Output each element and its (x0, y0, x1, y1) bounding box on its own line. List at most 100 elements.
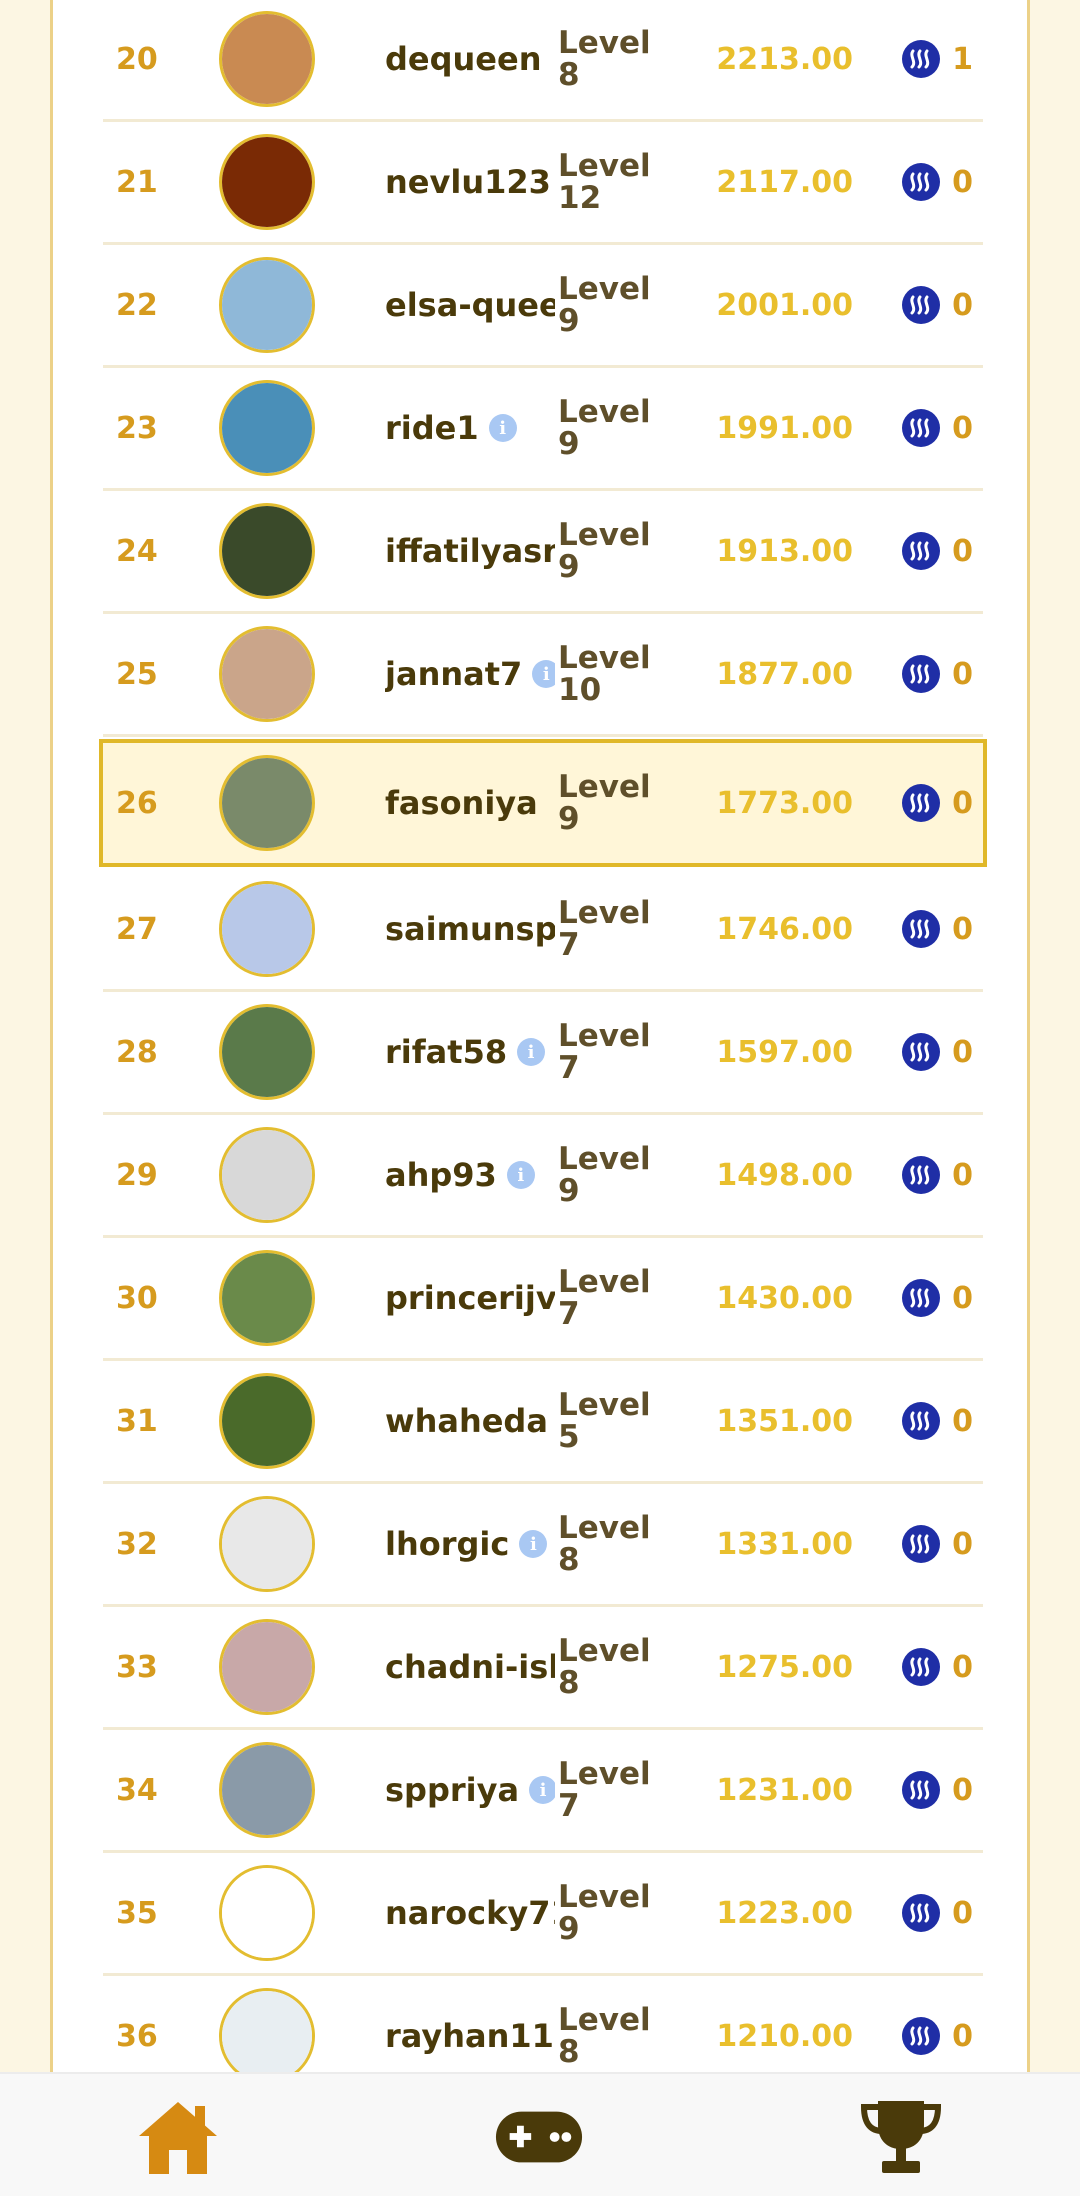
token-cell: 0 (902, 491, 973, 611)
token-count: 0 (952, 1280, 973, 1316)
avatar[interactable] (219, 1619, 315, 1715)
username[interactable]: dequeen (385, 40, 541, 78)
table-row[interactable]: 35 narocky71 Level 9 1223.00 0 (103, 1853, 983, 1976)
table-row[interactable]: 32 lhorgic i Level 8 1331.00 0 (103, 1484, 983, 1607)
nav-home-button[interactable] (133, 2092, 223, 2182)
level-label: Level 9 (558, 517, 651, 585)
rank-number: 35 (116, 1895, 158, 1931)
table-row[interactable]: 29 ahp93 i Level 9 1498.00 0 (103, 1115, 983, 1238)
username[interactable]: ride1 (385, 409, 479, 447)
table-row[interactable]: 31 whaheda Level 5 1351.00 0 (103, 1361, 983, 1484)
rank-number: 29 (116, 1157, 158, 1193)
nav-games-button[interactable] (494, 2092, 584, 2182)
level-label: Level 8 (558, 2002, 651, 2070)
bottom-navigation (0, 2072, 1080, 2196)
avatar[interactable] (219, 11, 315, 107)
username-cell: chadni-islam (385, 1607, 555, 1727)
info-icon[interactable]: i (532, 660, 555, 688)
username[interactable]: ahp93 (385, 1156, 497, 1194)
nav-leaderboard-button[interactable] (856, 2092, 946, 2182)
info-icon[interactable]: i (529, 1776, 555, 1804)
rank-number: 32 (116, 1526, 158, 1562)
table-row[interactable]: 30 princerijvi Level 7 1430.00 0 (103, 1238, 983, 1361)
score-value: 1223.00 (716, 1895, 853, 1931)
avatar[interactable] (219, 1496, 315, 1592)
avatar[interactable] (219, 257, 315, 353)
username-cell: dequeen (385, 0, 555, 119)
score-value: 1430.00 (716, 1280, 853, 1316)
token-cell: 0 (902, 1361, 973, 1481)
avatar[interactable] (219, 881, 315, 977)
info-icon[interactable]: i (488, 414, 517, 442)
username[interactable]: chadni-islam (385, 1648, 555, 1686)
username[interactable]: whaheda (385, 1402, 548, 1440)
table-row[interactable]: 25 jannat7 i Level 10 1877.00 0 (103, 614, 983, 737)
username-cell: elsa-queen (385, 245, 555, 365)
level-label: Level 7 (558, 1756, 651, 1824)
table-row[interactable]: 28 rifat58 i Level 7 1597.00 0 (103, 992, 983, 1115)
avatar[interactable] (219, 1127, 315, 1223)
table-row[interactable]: 24 iffatilyasminLevel 9 1913.00 0 (103, 491, 983, 614)
rank-number: 22 (116, 287, 158, 323)
steem-token-icon (902, 286, 941, 324)
rank-number: 24 (116, 533, 158, 569)
table-row-current-user[interactable]: 26 fasoniya Level 9 1773.00 0 (99, 739, 987, 867)
token-cell: 0 (902, 992, 973, 1112)
token-count: 0 (952, 287, 973, 323)
leaderboard-panel: 20 dequeen Level 8 2213.00 1 21 nevlu123 Level 1… (50, 0, 1030, 2072)
level-label: Level 9 (558, 394, 651, 462)
info-icon[interactable]: i (506, 1161, 535, 1189)
username[interactable]: saimunsp (385, 910, 555, 948)
score-value: 1877.00 (716, 656, 853, 692)
table-row[interactable]: 33 chadni-islamLevel 8 1275.00 0 (103, 1607, 983, 1730)
avatar[interactable] (219, 1742, 315, 1838)
username[interactable]: princerijvi (385, 1279, 555, 1317)
table-row[interactable]: 27 saimunsp Level 7 1746.00 0 (103, 869, 983, 992)
avatar[interactable] (219, 1865, 315, 1961)
score-value: 1746.00 (716, 911, 853, 947)
table-row[interactable]: 21 nevlu123 Level 12 2117.00 0 (103, 122, 983, 245)
username[interactable]: lhorgic (385, 1525, 509, 1563)
score-value: 1991.00 (716, 410, 853, 446)
avatar[interactable] (219, 1250, 315, 1346)
avatar[interactable] (219, 134, 315, 230)
username[interactable]: iffatilyasmin (385, 532, 555, 570)
username[interactable]: rayhan111 (385, 2017, 555, 2055)
table-row[interactable]: 22 elsa-queenLevel 9 2001.00 0 (103, 245, 983, 368)
steem-token-icon (902, 532, 941, 570)
username-cell: sppriya i (385, 1730, 555, 1850)
avatar[interactable] (219, 1373, 315, 1469)
token-cell: 0 (902, 368, 973, 488)
table-row[interactable]: 23 ride1 i Level 9 1991.00 0 (103, 368, 983, 491)
table-row[interactable]: 36 rayhan111Level 8 1210.00 0 (103, 1976, 983, 2072)
table-row[interactable]: 20 dequeen Level 8 2213.00 1 (103, 0, 983, 122)
token-count: 0 (952, 533, 973, 569)
steem-token-icon (902, 1894, 941, 1932)
table-row[interactable]: 34 sppriya i Level 7 1231.00 0 (103, 1730, 983, 1853)
info-icon[interactable]: i (517, 1038, 546, 1066)
token-cell: 0 (902, 743, 973, 863)
avatar[interactable] (219, 380, 315, 476)
username[interactable]: rifat58 (385, 1033, 507, 1071)
score-value: 1498.00 (716, 1157, 853, 1193)
avatar[interactable] (219, 1988, 315, 2072)
level-label: Level 9 (558, 1141, 651, 1209)
leaderboard-list: 20 dequeen Level 8 2213.00 1 21 nevlu123 Level 1… (99, 0, 987, 2072)
avatar[interactable] (219, 626, 315, 722)
score-value: 2001.00 (716, 287, 853, 323)
steem-token-icon (902, 1156, 941, 1194)
token-cell: 0 (902, 614, 973, 734)
username[interactable]: jannat7 (385, 655, 522, 693)
info-icon[interactable]: i (519, 1530, 548, 1558)
token-count: 0 (952, 1034, 973, 1070)
avatar[interactable] (219, 1004, 315, 1100)
username[interactable]: narocky71 (385, 1894, 555, 1932)
username[interactable]: fasoniya (385, 784, 538, 822)
username[interactable]: sppriya (385, 1771, 519, 1809)
avatar[interactable] (219, 503, 315, 599)
username[interactable]: elsa-queen (385, 286, 555, 324)
avatar[interactable] (219, 755, 315, 851)
level-label: Level 9 (558, 271, 651, 339)
rank-number: 25 (116, 656, 158, 692)
username[interactable]: nevlu123 (385, 163, 551, 201)
